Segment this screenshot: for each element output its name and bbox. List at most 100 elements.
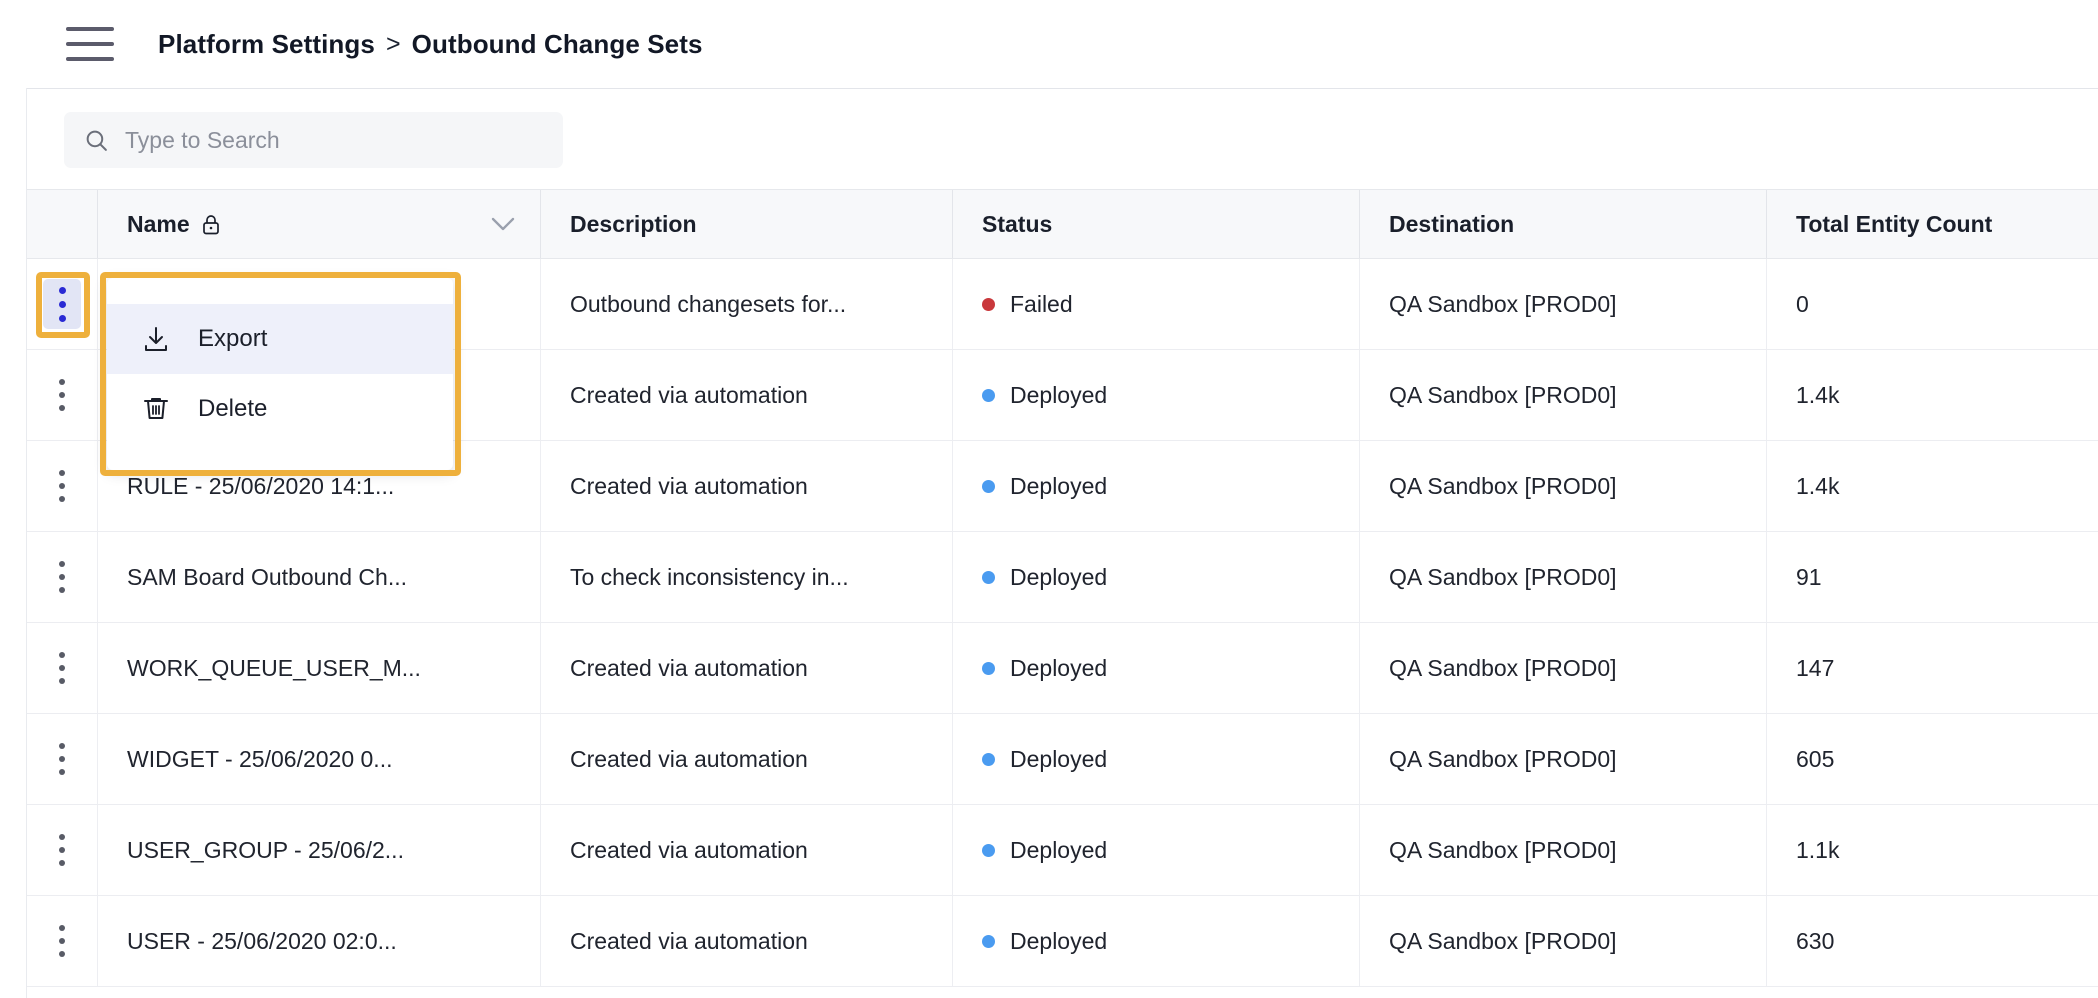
status-badge: Failed <box>1010 290 1073 317</box>
cell-description: Created via automation <box>540 805 952 895</box>
row-actions-cell <box>27 805 97 895</box>
status-dot <box>982 661 995 675</box>
cell-total-entity-count: 605 <box>1766 714 2098 804</box>
cell-divider <box>540 623 541 713</box>
cell-divider <box>97 350 98 440</box>
status-badge: Deployed <box>1010 654 1108 681</box>
column-header-destination[interactable]: Destination <box>1359 190 1766 258</box>
context-menu-item-delete-label: Delete <box>198 395 268 422</box>
column-header-destination-label: Destination <box>1389 210 1515 237</box>
status-badge: Deployed <box>1010 836 1108 863</box>
breadcrumb-parent[interactable]: Platform Settings <box>158 29 375 60</box>
cell-total-entity-count: 147 <box>1766 623 2098 713</box>
cell-divider <box>97 441 98 531</box>
cell-destination-text: QA Sandbox [PROD0] <box>1389 381 1617 408</box>
cell-divider <box>1766 259 1767 349</box>
cell-destination-text: QA Sandbox [PROD0] <box>1389 927 1617 954</box>
context-menu-item-delete[interactable]: Delete <box>107 374 453 444</box>
chevron-down-icon[interactable] <box>491 217 515 231</box>
cell-divider <box>952 350 953 440</box>
hamburger-bar-1 <box>66 27 114 31</box>
cell-description: Created via automation <box>540 623 952 713</box>
kebab-menu-icon[interactable] <box>43 643 81 693</box>
cell-destination: QA Sandbox [PROD0] <box>1359 350 1766 440</box>
cell-divider <box>1359 441 1360 531</box>
cell-total-entity-count-text: 630 <box>1796 927 1835 954</box>
cell-name-text: RULE - 25/06/2020 14:1... <box>127 472 395 499</box>
context-menu-item-export[interactable]: Export <box>107 304 453 374</box>
column-header-name-label: Name <box>127 210 190 237</box>
header-divider <box>97 190 98 258</box>
table-row[interactable]: SAM Board Outbound Ch... To check inconsi… <box>27 532 2098 623</box>
breadcrumb: Platform Settings > Outbound Change Sets <box>158 29 703 60</box>
cell-divider <box>540 714 541 804</box>
cell-divider <box>1766 532 1767 622</box>
cell-status: Deployed <box>952 623 1359 713</box>
cell-name: USER - 25/06/2020 02:0... <box>97 896 540 986</box>
cell-description: Created via automation <box>540 714 952 804</box>
row-context-menu[interactable]: Export Delete <box>100 272 460 476</box>
table-row[interactable]: WORK_QUEUE_USER_M... Created via automati… <box>27 623 2098 714</box>
search-placeholder: Type to Search <box>125 126 280 153</box>
cell-total-entity-count-text: 1.4k <box>1796 381 1840 408</box>
cell-divider <box>1359 714 1360 804</box>
cell-destination-text: QA Sandbox [PROD0] <box>1389 563 1617 590</box>
cell-name: SAM Board Outbound Ch... <box>97 532 540 622</box>
cell-divider <box>1359 350 1360 440</box>
kebab-menu-icon[interactable] <box>43 825 81 875</box>
cell-divider <box>952 259 953 349</box>
cell-total-entity-count-text: 1.4k <box>1796 472 1840 499</box>
cell-divider <box>1766 350 1767 440</box>
cell-divider <box>540 805 541 895</box>
kebab-menu-icon[interactable] <box>43 916 81 966</box>
column-header-description[interactable]: Description <box>540 190 952 258</box>
breadcrumb-separator-icon: > <box>385 29 401 58</box>
cell-description: Outbound changesets for... <box>540 259 952 349</box>
cell-description-text: Created via automation <box>570 836 808 863</box>
header-divider <box>1766 190 1767 258</box>
cell-name-text: SAM Board Outbound Ch... <box>127 563 407 590</box>
row-actions-cell <box>27 259 97 349</box>
kebab-menu-icon[interactable] <box>43 370 81 420</box>
cell-description-text: Created via automation <box>570 927 808 954</box>
cell-divider <box>97 805 98 895</box>
table-row[interactable]: WIDGET - 25/06/2020 0... Created via auto… <box>27 714 2098 805</box>
row-actions-cell <box>27 714 97 804</box>
column-header-name[interactable]: Name <box>97 190 540 258</box>
cell-divider <box>1766 623 1767 713</box>
table-row[interactable]: USER_GROUP - 25/06/2... Created via autom… <box>27 805 2098 896</box>
cell-destination: QA Sandbox [PROD0] <box>1359 896 1766 986</box>
cell-destination: QA Sandbox [PROD0] <box>1359 805 1766 895</box>
cell-destination-text: QA Sandbox [PROD0] <box>1389 745 1617 772</box>
status-dot <box>982 752 995 766</box>
hamburger-icon[interactable] <box>66 27 114 61</box>
top-bar: Platform Settings > Outbound Change Sets <box>0 0 2098 88</box>
column-header-status[interactable]: Status <box>952 190 1359 258</box>
table-row[interactable]: USER - 25/06/2020 02:0... Created via aut… <box>27 896 2098 987</box>
cell-status: Failed <box>952 259 1359 349</box>
cell-destination: QA Sandbox [PROD0] <box>1359 259 1766 349</box>
cell-total-entity-count-text: 147 <box>1796 654 1835 681</box>
kebab-menu-icon[interactable] <box>43 461 81 511</box>
cell-divider <box>952 896 953 986</box>
cell-description-text: Created via automation <box>570 472 808 499</box>
cell-destination: QA Sandbox [PROD0] <box>1359 532 1766 622</box>
status-dot <box>982 297 995 311</box>
status-dot <box>982 934 995 948</box>
cell-divider <box>952 805 953 895</box>
row-actions-cell <box>27 350 97 440</box>
cell-name: WIDGET - 25/06/2020 0... <box>97 714 540 804</box>
cell-destination-text: QA Sandbox [PROD0] <box>1389 836 1617 863</box>
status-dot <box>982 570 995 584</box>
status-dot <box>982 843 995 857</box>
cell-destination-text: QA Sandbox [PROD0] <box>1389 472 1617 499</box>
column-header-total-entity-count[interactable]: Total Entity Count <box>1766 190 2098 258</box>
kebab-menu-icon[interactable] <box>43 279 81 329</box>
kebab-menu-icon[interactable] <box>43 552 81 602</box>
search-icon <box>86 130 107 151</box>
cell-divider <box>540 896 541 986</box>
search-input[interactable]: Type to Search <box>64 112 563 168</box>
row-actions-cell <box>27 623 97 713</box>
kebab-menu-icon[interactable] <box>43 734 81 784</box>
cell-description-text: Created via automation <box>570 381 808 408</box>
